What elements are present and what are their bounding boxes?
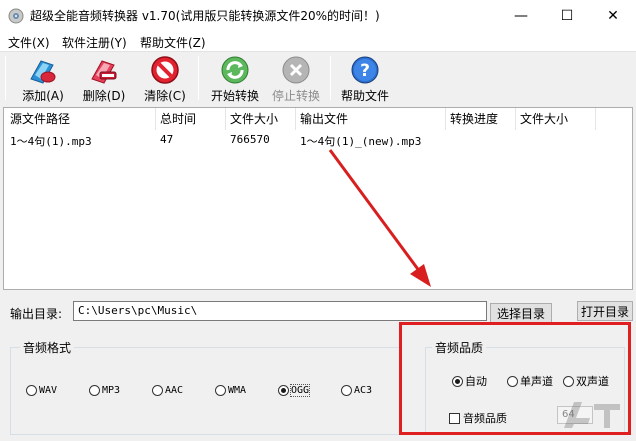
- watermark-logo: [560, 398, 630, 441]
